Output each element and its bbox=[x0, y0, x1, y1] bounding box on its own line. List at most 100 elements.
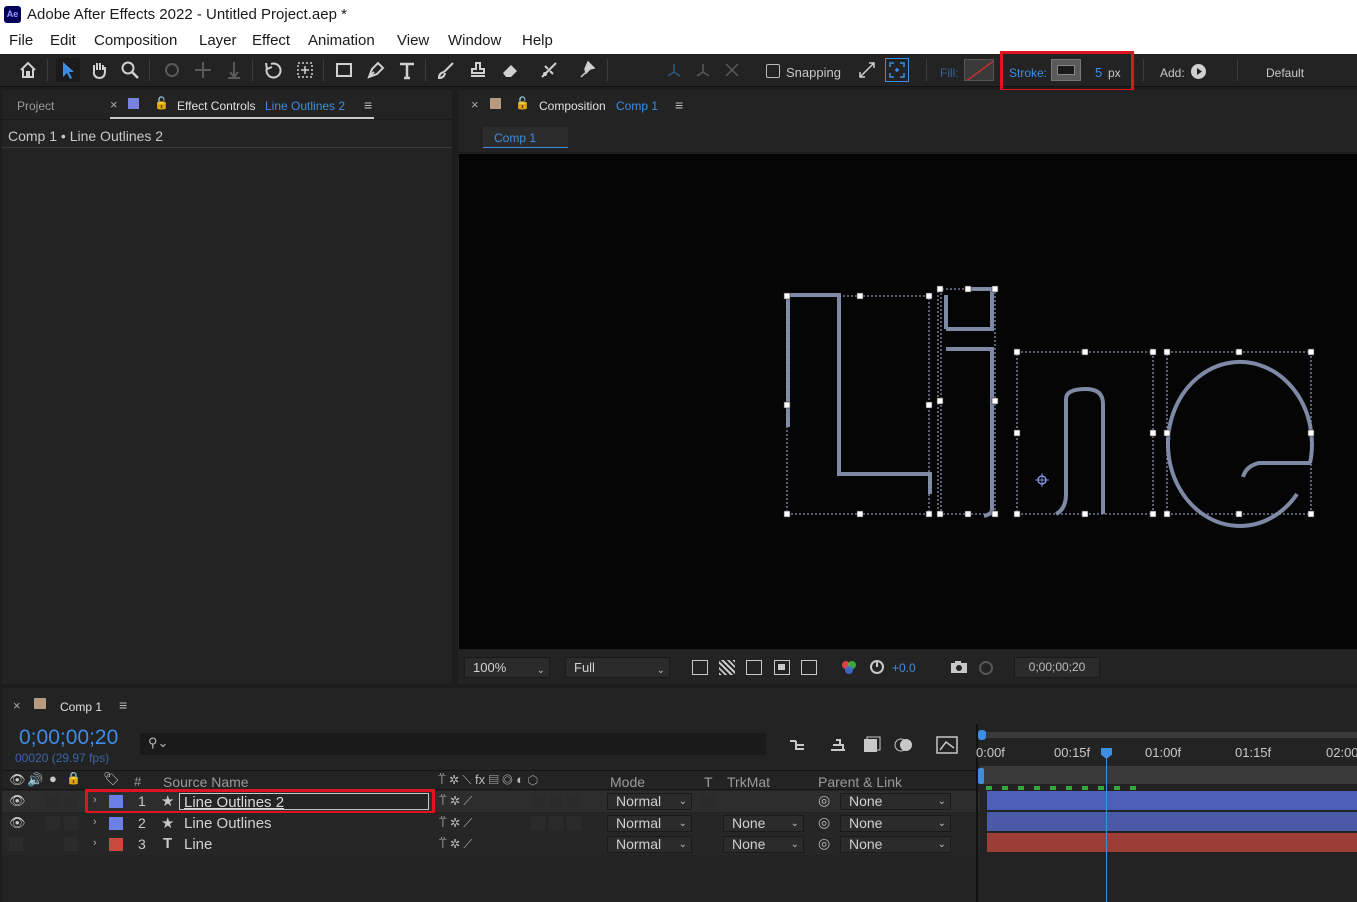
show-snapshot-icon[interactable] bbox=[978, 660, 994, 675]
expand-chevron-icon[interactable]: › bbox=[93, 816, 97, 828]
label-color-swatch[interactable] bbox=[109, 838, 123, 851]
tab-timeline-comp[interactable]: Comp 1 bbox=[60, 700, 102, 714]
effect-controls-layer-name[interactable]: Line Outlines 2 bbox=[265, 99, 345, 113]
layer-name[interactable]: Line bbox=[184, 836, 212, 853]
timeline-current-time[interactable]: 0;00;00;20 bbox=[19, 726, 118, 750]
tab-composition[interactable]: Composition bbox=[539, 99, 606, 113]
stroke-swatch[interactable] bbox=[1051, 59, 1081, 81]
layer-switches[interactable]: ⍡ ✲ ⟋ bbox=[439, 815, 472, 831]
layer-mode-dropdown[interactable]: Normal ⌄ bbox=[607, 836, 692, 853]
rectangle-tool-icon[interactable] bbox=[332, 58, 356, 82]
frame-blending-icon[interactable] bbox=[862, 736, 882, 754]
playhead-handle[interactable] bbox=[1101, 748, 1112, 759]
rotation-tool-icon[interactable] bbox=[261, 58, 285, 82]
layer-bar-3[interactable] bbox=[987, 833, 1357, 852]
dolly-camera-icon[interactable] bbox=[222, 58, 246, 82]
in-point-marker[interactable] bbox=[978, 768, 984, 784]
pick-whip-icon[interactable]: ◎ bbox=[818, 814, 830, 831]
layer-name[interactable]: Line Outlines bbox=[184, 815, 272, 832]
snap-edges-icon[interactable] bbox=[855, 58, 879, 82]
close-icon[interactable]: × bbox=[110, 97, 118, 112]
fill-swatch[interactable] bbox=[964, 59, 994, 81]
pick-whip-icon[interactable]: ◎ bbox=[818, 792, 830, 809]
panel-menu-icon[interactable]: ≡ bbox=[364, 97, 372, 113]
trkmat-dropdown[interactable]: None ⌄ bbox=[723, 836, 804, 853]
grid-guides-icon[interactable] bbox=[801, 660, 817, 675]
layer-bar-2[interactable] bbox=[987, 812, 1357, 831]
region-of-interest-icon[interactable] bbox=[774, 660, 790, 675]
fast-previews-icon[interactable] bbox=[692, 660, 708, 675]
motion-blur-icon[interactable] bbox=[894, 736, 914, 754]
pan-behind-tool-icon[interactable] bbox=[293, 58, 317, 82]
menu-composition[interactable]: Composition bbox=[94, 32, 177, 49]
menu-window[interactable]: Window bbox=[448, 32, 501, 49]
composition-viewer[interactable] bbox=[459, 154, 1357, 649]
eraser-tool-icon[interactable] bbox=[498, 58, 522, 82]
pen-tool-icon[interactable] bbox=[364, 58, 388, 82]
menu-layer[interactable]: Layer bbox=[199, 32, 237, 49]
layer-mode-dropdown[interactable]: Normal ⌄ bbox=[607, 793, 692, 810]
panel-menu-icon[interactable]: ≡ bbox=[675, 97, 683, 113]
playhead-line[interactable] bbox=[1106, 748, 1107, 902]
stroke-width-value[interactable]: 5 bbox=[1095, 65, 1102, 80]
panel-menu-icon[interactable]: ≡ bbox=[119, 697, 127, 713]
world-axis-icon[interactable] bbox=[691, 58, 715, 82]
snapping-checkbox[interactable] bbox=[766, 64, 780, 78]
menu-animation[interactable]: Animation bbox=[308, 32, 375, 49]
label-color-swatch[interactable] bbox=[109, 817, 123, 830]
local-axis-icon[interactable] bbox=[662, 58, 686, 82]
snap-features-icon[interactable] bbox=[885, 58, 909, 82]
menu-help[interactable]: Help bbox=[522, 32, 553, 49]
clone-stamp-icon[interactable] bbox=[466, 58, 490, 82]
menu-effect[interactable]: Effect bbox=[252, 32, 290, 49]
roto-brush-icon[interactable] bbox=[537, 58, 561, 82]
resolution-dropdown[interactable]: Full ⌄ bbox=[565, 657, 670, 678]
tab-composition-name[interactable]: Comp 1 bbox=[616, 99, 658, 113]
view-axis-icon[interactable] bbox=[720, 58, 744, 82]
shy-layers-icon[interactable] bbox=[828, 736, 848, 754]
layer-switches[interactable]: ⍡ ✲ ⟋ bbox=[439, 836, 472, 852]
zoom-tool-icon[interactable] bbox=[118, 58, 142, 82]
composition-flowchart-icon[interactable] bbox=[788, 736, 808, 754]
brush-tool-icon[interactable] bbox=[434, 58, 458, 82]
transparency-grid-icon[interactable] bbox=[719, 660, 735, 675]
visibility-eye-icon[interactable]: 👁 bbox=[9, 815, 26, 831]
parent-dropdown[interactable]: None ⌄ bbox=[840, 836, 951, 853]
parent-dropdown[interactable]: None ⌄ bbox=[840, 793, 951, 810]
pan-camera-icon[interactable] bbox=[191, 58, 215, 82]
work-area-start-handle[interactable] bbox=[978, 730, 986, 740]
comp-subtab[interactable]: Comp 1 bbox=[483, 127, 568, 148]
hand-tool-icon[interactable] bbox=[87, 58, 111, 82]
layer-row-2[interactable]: 👁 › 2 ★ Line Outlines ⍡ ✲ ⟋ Normal ⌄ None… bbox=[2, 813, 980, 834]
menu-edit[interactable]: Edit bbox=[50, 32, 76, 49]
graph-editor-icon[interactable] bbox=[936, 734, 958, 754]
visibility-eye-icon[interactable]: 👁 bbox=[9, 793, 26, 809]
current-time-field[interactable]: 0;00;00;20 bbox=[1014, 657, 1100, 678]
layer-bar-1[interactable] bbox=[987, 791, 1357, 810]
tab-project[interactable]: Project bbox=[17, 99, 54, 113]
reset-exposure-icon[interactable] bbox=[869, 659, 885, 675]
orbit-camera-icon[interactable] bbox=[160, 58, 184, 82]
snapshot-camera-icon[interactable] bbox=[950, 660, 968, 674]
puppet-pin-icon[interactable] bbox=[576, 58, 600, 82]
home-icon[interactable] bbox=[16, 58, 40, 82]
menu-view[interactable]: View bbox=[397, 32, 429, 49]
channel-rgb-icon[interactable] bbox=[841, 659, 857, 675]
type-tool-icon[interactable] bbox=[395, 58, 419, 82]
selection-tool-icon[interactable] bbox=[56, 58, 80, 82]
pick-whip-icon[interactable]: ◎ bbox=[818, 835, 830, 852]
line-text-shape[interactable] bbox=[459, 154, 1357, 649]
mask-visibility-icon[interactable] bbox=[746, 660, 762, 675]
layer-switches[interactable]: ⍡ ✲ ⟋ bbox=[439, 793, 472, 809]
lock-icon[interactable]: 🔓 bbox=[515, 96, 530, 110]
menu-file[interactable]: File bbox=[9, 32, 33, 49]
zoom-dropdown[interactable]: 100% ⌄ bbox=[464, 657, 550, 678]
source-name-header[interactable]: Source Name bbox=[163, 774, 249, 790]
layer-search-input[interactable]: ⚲⌄ bbox=[140, 733, 766, 755]
layer-mode-dropdown[interactable]: Normal ⌄ bbox=[607, 815, 692, 832]
work-area-bar[interactable] bbox=[980, 732, 1357, 738]
lock-icon[interactable]: 🔓 bbox=[154, 96, 169, 110]
expand-chevron-icon[interactable]: › bbox=[93, 837, 97, 849]
trkmat-dropdown[interactable]: None ⌄ bbox=[723, 815, 804, 832]
workspace-default[interactable]: Default bbox=[1266, 66, 1304, 80]
